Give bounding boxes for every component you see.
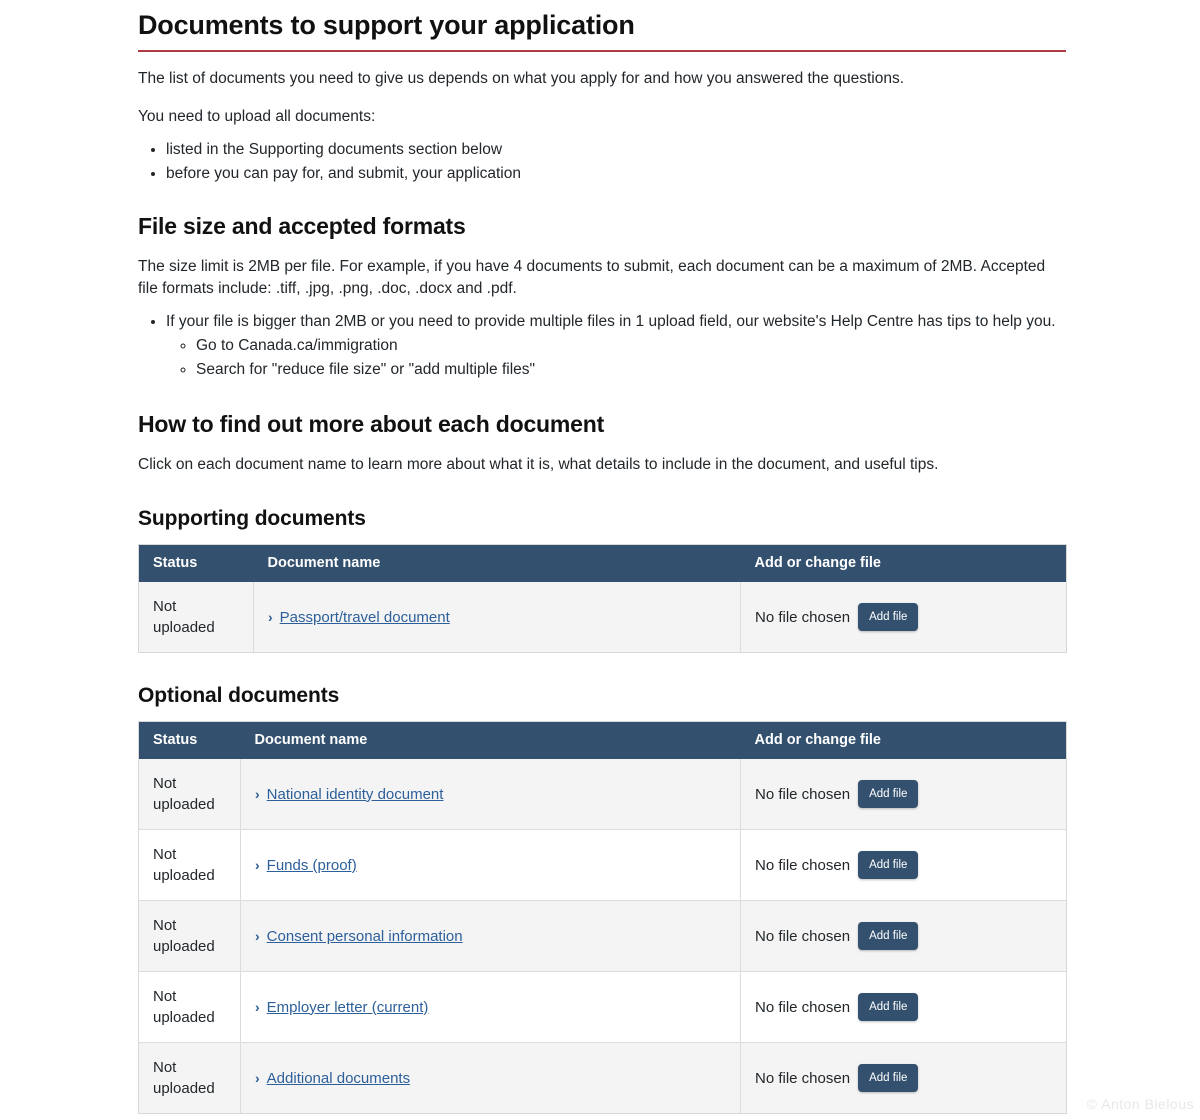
optional-documents-heading: Optional documents <box>138 684 340 707</box>
find-out-more-paragraph: Click on each document name to learn mor… <box>138 456 939 473</box>
file-size-paragraph: The size limit is 2MB per file. For exam… <box>138 258 1046 297</box>
chevron-right-icon: › <box>255 1069 260 1086</box>
intro-paragraph-2: You need to upload all documents: <box>138 108 376 125</box>
no-file-chosen-label: No file chosen <box>755 1069 851 1087</box>
document-link[interactable]: Funds (proof) <box>267 857 357 874</box>
add-file-button[interactable]: Add file <box>858 780 919 808</box>
file-size-sub-list: Go to Canada.ca/immigration Search for "… <box>166 334 1066 382</box>
supporting-table-body: Not uploaded › Passport/travel document N… <box>138 582 1067 653</box>
status-cell: Not uploaded <box>138 582 254 653</box>
table-header: Status Document name Add or change file <box>138 721 1067 759</box>
documents-page: Documents to support your application Th… <box>0 8 1200 1114</box>
file-cell-inner: No file chosen Add file <box>755 1064 1052 1092</box>
add-or-change-file-cell: No file chosen Add file <box>740 900 1067 972</box>
table-header-row: Status Document name Add or change file <box>138 721 1067 759</box>
table-row: Not uploaded › Employer letter (current) … <box>138 971 1067 1043</box>
table-header-row: Status Document name Add or change file <box>138 544 1067 582</box>
add-or-change-file-cell: No file chosen Add file <box>740 1042 1067 1114</box>
file-cell-inner: No file chosen Add file <box>755 851 1052 879</box>
add-file-button[interactable]: Add file <box>858 993 919 1021</box>
file-cell-inner: No file chosen Add file <box>755 922 1052 950</box>
table-row: Not uploaded › Passport/travel document N… <box>138 582 1067 653</box>
add-or-change-file-cell: No file chosen Add file <box>740 829 1067 901</box>
chevron-right-icon: › <box>255 856 260 873</box>
column-header-document-name: Document name <box>240 721 741 759</box>
document-name-cell: › Funds (proof) <box>240 829 741 901</box>
optional-documents-table: Status Document name Add or change file … <box>138 721 1067 1114</box>
column-header-add-or-change-file: Add or change file <box>740 721 1067 759</box>
document-link[interactable]: National identity document <box>267 786 444 803</box>
no-file-chosen-label: No file chosen <box>755 927 851 945</box>
watermark: © Anton Bielous <box>1086 1096 1194 1112</box>
table-row: Not uploaded › Consent personal informati… <box>138 900 1067 972</box>
list-item: Search for "reduce file size" or "add mu… <box>196 358 1066 382</box>
supporting-documents-heading: Supporting documents <box>138 507 366 530</box>
column-header-status: Status <box>138 721 241 759</box>
file-cell-inner: No file chosen Add file <box>755 780 1052 808</box>
chevron-right-icon: › <box>255 927 260 944</box>
no-file-chosen-label: No file chosen <box>755 608 851 626</box>
file-cell-inner: No file chosen Add file <box>755 993 1052 1021</box>
table-row: Not uploaded › Additional documents No fi… <box>138 1042 1067 1114</box>
title-divider <box>138 50 1066 52</box>
document-link[interactable]: Passport/travel document <box>280 609 450 626</box>
no-file-chosen-label: No file chosen <box>755 998 851 1016</box>
column-header-document-name: Document name <box>253 544 741 582</box>
no-file-chosen-label: No file chosen <box>755 856 851 874</box>
supporting-documents-table: Status Document name Add or change file … <box>138 544 1067 653</box>
file-size-bullet-list: If your file is bigger than 2MB or you n… <box>138 310 1066 382</box>
status-cell: Not uploaded <box>138 900 241 972</box>
add-or-change-file-cell: No file chosen Add file <box>740 759 1067 830</box>
add-or-change-file-cell: No file chosen Add file <box>740 971 1067 1043</box>
add-or-change-file-cell: No file chosen Add file <box>740 582 1067 653</box>
page-content: Documents to support your application Th… <box>138 8 1067 1114</box>
chevron-right-icon: › <box>268 608 273 625</box>
document-name-cell: › Consent personal information <box>240 900 741 972</box>
status-cell: Not uploaded <box>138 829 241 901</box>
add-file-button[interactable]: Add file <box>858 1064 919 1092</box>
list-item: before you can pay for, and submit, your… <box>166 162 1066 186</box>
add-file-button[interactable]: Add file <box>858 922 919 950</box>
file-size-heading: File size and accepted formats <box>138 213 466 239</box>
intro-paragraph-1: The list of documents you need to give u… <box>138 70 905 87</box>
table-row: Not uploaded › National identity document… <box>138 759 1067 830</box>
optional-table-body: Not uploaded › National identity document… <box>138 759 1067 1114</box>
document-name-cell: › Passport/travel document <box>253 582 741 653</box>
no-file-chosen-label: No file chosen <box>755 785 851 803</box>
add-file-button[interactable]: Add file <box>858 603 919 631</box>
table-row: Not uploaded › Funds (proof) No file chos… <box>138 829 1067 901</box>
list-item: If your file is bigger than 2MB or you n… <box>166 310 1066 382</box>
column-header-add-or-change-file: Add or change file <box>740 544 1067 582</box>
intro-bullet-list: listed in the Supporting documents secti… <box>138 138 1066 186</box>
list-item-text: If your file is bigger than 2MB or you n… <box>166 313 1056 330</box>
chevron-right-icon: › <box>255 998 260 1015</box>
status-cell: Not uploaded <box>138 1042 241 1114</box>
page-title: Documents to support your application <box>138 10 635 40</box>
column-header-status: Status <box>138 544 254 582</box>
list-item: Go to Canada.ca/immigration <box>196 334 1066 358</box>
document-name-cell: › Additional documents <box>240 1042 741 1114</box>
chevron-right-icon: › <box>255 785 260 802</box>
status-cell: Not uploaded <box>138 971 241 1043</box>
document-link[interactable]: Employer letter (current) <box>267 999 429 1016</box>
table-header: Status Document name Add or change file <box>138 544 1067 582</box>
document-link[interactable]: Additional documents <box>267 1070 410 1087</box>
find-out-more-heading: How to find out more about each document <box>138 411 605 437</box>
file-cell-inner: No file chosen Add file <box>755 603 1052 631</box>
add-file-button[interactable]: Add file <box>858 851 919 879</box>
document-link[interactable]: Consent personal information <box>267 928 463 945</box>
status-cell: Not uploaded <box>138 759 241 830</box>
document-name-cell: › National identity document <box>240 759 741 830</box>
list-item: listed in the Supporting documents secti… <box>166 138 1066 162</box>
document-name-cell: › Employer letter (current) <box>240 971 741 1043</box>
